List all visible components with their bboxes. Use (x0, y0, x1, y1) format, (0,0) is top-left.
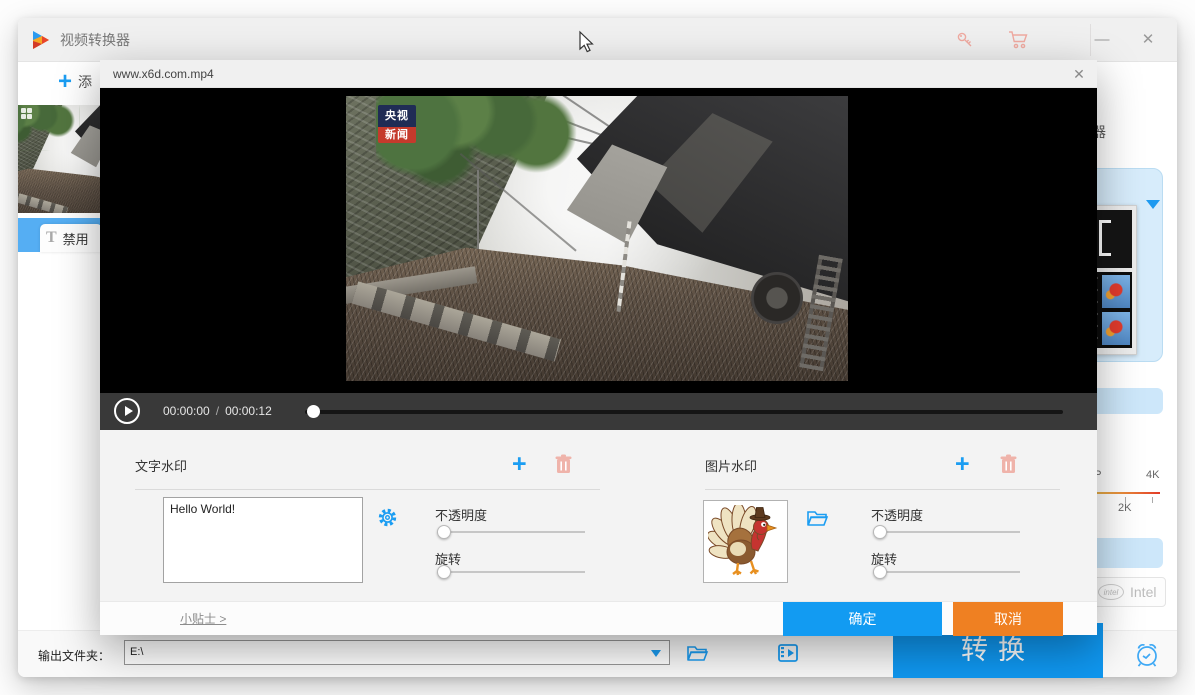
register-key-icon[interactable] (955, 30, 975, 50)
cctv-news-badge: 央视 新闻 (378, 105, 416, 143)
output-folder-combobox[interactable]: E:\ (124, 640, 670, 665)
text-watermark-title: 文字水印 (135, 456, 187, 475)
delete-text-watermark-icon[interactable] (555, 454, 572, 474)
ok-button[interactable]: 确定 (783, 602, 942, 636)
alarm-clock-icon[interactable] (1130, 637, 1164, 671)
image-opacity-label: 不透明度 (871, 505, 923, 524)
browse-image-folder-icon[interactable] (806, 508, 830, 528)
video-frame: 央视 新闻 (346, 96, 848, 381)
app-logo-icon (30, 29, 52, 51)
add-text-watermark-button[interactable]: + (512, 452, 527, 476)
text-tool-icon: T (46, 229, 57, 247)
close-button[interactable]: ✕ (1128, 18, 1168, 62)
image-watermark-title: 图片水印 (705, 456, 757, 475)
slider-thumb[interactable] (873, 565, 887, 579)
badge-line-2: 新闻 (378, 127, 416, 143)
video-thumbnail[interactable]: 央视 新闻 (18, 105, 100, 213)
add-image-watermark-button[interactable]: + (955, 452, 970, 476)
intel-acceleration-button[interactable]: intel Intel (1093, 577, 1166, 607)
progress-slider[interactable] (305, 405, 1063, 418)
app-title: 视频转换器 (60, 18, 130, 62)
cancel-button[interactable]: 取消 (953, 602, 1063, 636)
add-files-label-partial: 添 (78, 74, 92, 90)
app-titlebar: 视频转换器 — ✕ (18, 18, 1177, 62)
dialog-close-button[interactable]: ✕ (1061, 60, 1097, 88)
video-file-icon[interactable] (776, 641, 800, 665)
section-divider (705, 489, 1060, 490)
watermark-image-preview[interactable] (703, 500, 788, 583)
screen: 视频转换器 — ✕ + 添 (0, 0, 1195, 695)
resolution-label-4k: 4K (1146, 469, 1159, 481)
plus-icon: + (58, 68, 72, 95)
slider-track (873, 531, 1020, 533)
tips-link[interactable]: 小贴士 > (180, 602, 226, 636)
tick-4k (1152, 497, 1153, 503)
turkey-image (708, 505, 784, 579)
dialog-footer: 小贴士 > 确定 取消 (100, 601, 1097, 635)
video-scene-mini: 央视 新闻 (18, 105, 100, 213)
slider-thumb[interactable] (437, 565, 451, 579)
progress-thumb[interactable] (307, 405, 320, 418)
dialog-title: www.x6d.com.mp4 (113, 60, 214, 88)
open-folder-icon[interactable] (686, 643, 710, 663)
tab-label: 禁用 (63, 229, 89, 248)
player-bar: 00:00:00 / 00:00:12 (100, 393, 1097, 430)
image-rotate-slider[interactable] (873, 565, 1020, 579)
slider-thumb[interactable] (873, 525, 887, 539)
text-settings-gear-icon[interactable] (377, 507, 398, 528)
resolution-label-2k: 2K (1118, 502, 1131, 514)
output-folder-value: E:\ (130, 646, 143, 658)
watermark-text-input[interactable]: Hello World! (163, 497, 363, 583)
combo-arrow-icon[interactable] (651, 650, 661, 657)
text-rotate-slider[interactable] (437, 565, 585, 579)
slider-thumb[interactable] (437, 525, 451, 539)
minimize-button[interactable]: — (1082, 18, 1122, 62)
output-folder-label: 输出文件夹： (38, 647, 110, 664)
dialog-titlebar: www.x6d.com.mp4 ✕ (100, 60, 1097, 88)
time-display: 00:00:00 / 00:00:12 (163, 393, 272, 430)
tab-text-watermark[interactable]: T 禁用 (40, 224, 102, 252)
video-preview-area: 央视 新闻 (100, 88, 1097, 393)
scene-wheelset (751, 272, 803, 324)
bottom-bar: 输出文件夹： E:\ 转换 (18, 630, 1177, 677)
cart-icon[interactable] (1008, 30, 1030, 50)
progress-track (305, 410, 1063, 414)
text-opacity-label: 不透明度 (435, 505, 487, 524)
slider-track (437, 531, 585, 533)
watermark-dialog: www.x6d.com.mp4 ✕ (100, 60, 1097, 635)
duration: 00:00:12 (225, 404, 272, 418)
dropdown-arrow-icon[interactable] (1146, 200, 1160, 209)
intel-logo: intel (1098, 584, 1124, 600)
text-opacity-slider[interactable] (437, 525, 585, 539)
grid-icon (21, 108, 32, 119)
delete-image-watermark-icon[interactable] (1000, 454, 1017, 474)
play-icon (125, 406, 133, 416)
badge-line-1: 央视 (378, 105, 416, 127)
image-opacity-slider[interactable] (873, 525, 1020, 539)
current-time: 00:00:00 (163, 404, 210, 418)
section-divider (135, 489, 600, 490)
intel-label: Intel (1130, 584, 1156, 600)
play-button[interactable] (114, 398, 140, 424)
time-separator: / (216, 404, 219, 418)
slider-track (437, 571, 585, 573)
slider-track (873, 571, 1020, 573)
